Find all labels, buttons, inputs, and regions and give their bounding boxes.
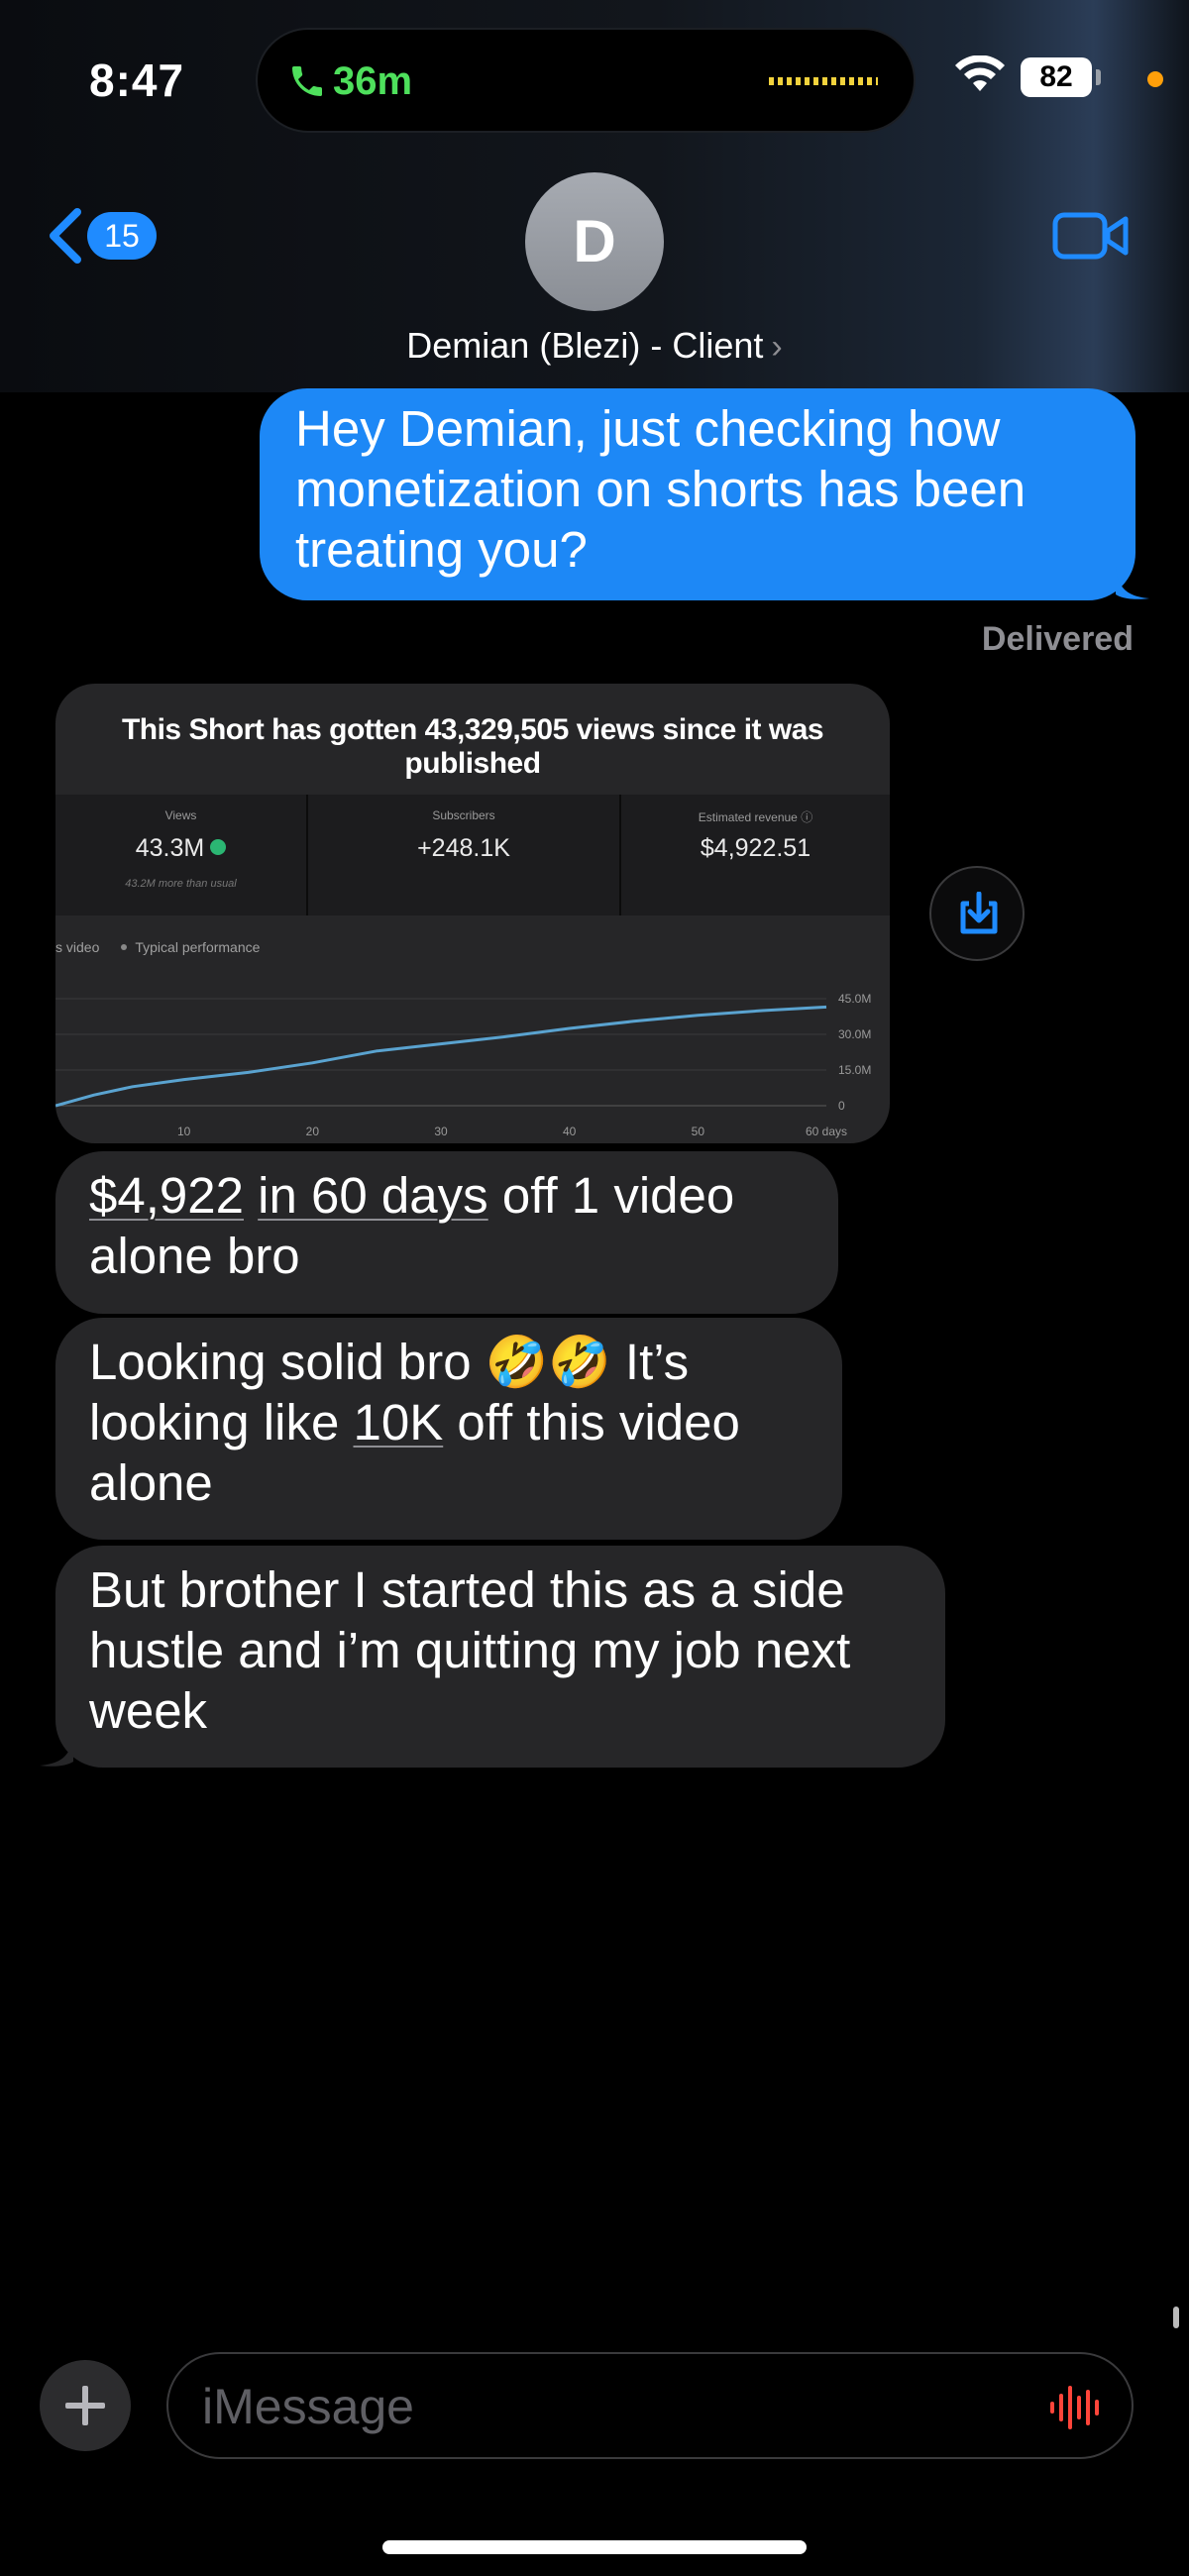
legend-item: Typical performance <box>135 939 261 955</box>
phone-icon <box>292 66 322 96</box>
trend-up-icon <box>210 839 227 856</box>
dynamic-island-call[interactable]: 36m <box>256 28 916 133</box>
chart-y-tick: 15.0M <box>838 1063 871 1077</box>
bubble-tail <box>40 1734 73 1767</box>
scrollbar[interactable] <box>1173 2307 1179 2328</box>
unread-count-badge[interactable]: 15 <box>87 212 157 260</box>
contact-name-text: Demian (Blezi) - Client <box>406 325 764 366</box>
metric-value: +248.1K <box>417 834 510 862</box>
chart-x-tick: 50 <box>692 1125 705 1138</box>
battery-tip <box>1096 69 1101 85</box>
legend-item: s video <box>55 939 100 955</box>
status-time: 8:47 <box>89 54 185 106</box>
message-text: But brother I started this as a side hus… <box>89 1561 851 1739</box>
save-attachment-button[interactable] <box>929 866 1025 961</box>
metric-label: Estimated revenue ⓘ <box>698 810 813 824</box>
metric-sub: 43.2M more than usual <box>125 878 237 890</box>
incoming-message[interactable]: Looking solid bro 🤣🤣 It’s looking like 1… <box>55 1318 842 1540</box>
home-indicator[interactable] <box>382 2540 807 2554</box>
back-chevron-icon[interactable] <box>44 206 85 266</box>
download-icon <box>960 892 998 934</box>
image-attachment[interactable]: This Short has gotten 43,329,505 views s… <box>55 684 890 1143</box>
message-composer[interactable] <box>166 2352 1134 2459</box>
battery-indicator: 82 <box>1021 57 1092 97</box>
detected-date-link[interactable]: in 60 days <box>258 1167 488 1224</box>
chart-x-tick: 30 <box>434 1125 448 1138</box>
chart-x-tick: 10 <box>177 1125 191 1138</box>
message-text: Hey Demian, just checking how monetizati… <box>295 400 1027 578</box>
conversation-header: 8:47 36m 82 15 D Demian (Blezi) - Client… <box>0 0 1189 392</box>
metric-value: $4,922.51 <box>700 834 811 862</box>
chevron-right-icon: › <box>771 328 783 366</box>
bubble-tail <box>1116 567 1149 599</box>
message-input[interactable] <box>202 2372 995 2441</box>
call-duration: 36m <box>333 59 413 103</box>
wifi-icon <box>955 55 1005 91</box>
add-attachment-button[interactable] <box>40 2360 131 2451</box>
chart-y-tick: 45.0M <box>838 992 871 1006</box>
avatar[interactable]: D <box>525 172 664 311</box>
mic-in-use-dot <box>1147 71 1163 87</box>
metric-subscribers: Subscribers +248.1K <box>308 795 621 915</box>
delivered-status: Delivered <box>981 620 1134 658</box>
metric-revenue: Estimated revenue ⓘ $4,922.51 <box>621 795 890 915</box>
chart-legend: s video Typical performance <box>55 939 260 955</box>
views-line-chart: 45.0M 30.0M 15.0M 0 10 20 30 40 50 60 days <box>55 992 871 1138</box>
info-icon: ⓘ <box>801 810 813 824</box>
metric-label: Subscribers <box>432 808 495 822</box>
metrics-row: Views 43.3M 43.2M more than usual Subscr… <box>55 795 890 915</box>
chart-series-line <box>55 1005 827 1108</box>
chart-y-tick: 30.0M <box>838 1027 871 1041</box>
chart-x-tick: 40 <box>563 1125 577 1138</box>
contact-name[interactable]: Demian (Blezi) - Client › <box>0 325 1189 367</box>
outgoing-message[interactable]: Hey Demian, just checking how monetizati… <box>260 388 1149 600</box>
attachment-title: This Short has gotten 43,329,505 views s… <box>121 713 824 780</box>
chart-x-tick: 60 days <box>806 1125 847 1138</box>
metric-views: Views 43.3M 43.2M more than usual <box>55 795 308 915</box>
detected-number-link[interactable]: 10K <box>353 1394 443 1450</box>
metric-value: 43.3M <box>55 834 306 863</box>
incoming-message[interactable]: But brother I started this as a side hus… <box>55 1546 945 1768</box>
chart-y-tick: 0 <box>838 1099 845 1113</box>
audio-message-icon[interactable] <box>1048 2386 1102 2429</box>
detected-money-link[interactable]: $4,922 <box>89 1167 244 1224</box>
incoming-message[interactable]: $4,922 in 60 days off 1 video alone bro <box>55 1151 838 1314</box>
facetime-video-icon[interactable] <box>1052 210 1130 262</box>
call-waveform-icon <box>769 77 878 85</box>
chart-x-tick: 20 <box>306 1125 320 1138</box>
metric-label: Views <box>164 808 197 822</box>
